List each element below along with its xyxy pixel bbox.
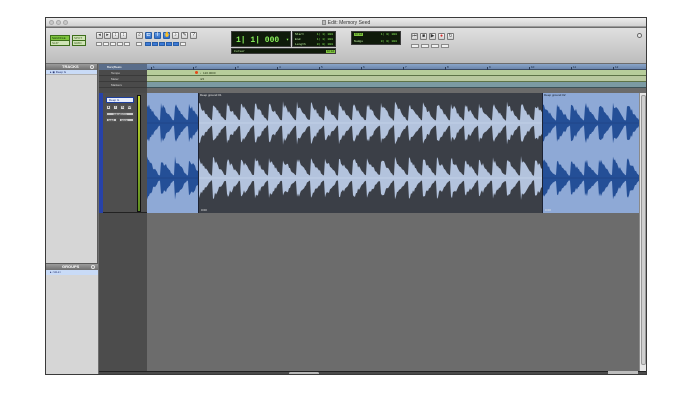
track-name-field[interactable]: Deep G — [106, 97, 134, 103]
trim-tool-icon[interactable]: ⊏ — [145, 32, 152, 39]
zoom-in-horizontal-icon[interactable]: ▸ — [104, 32, 111, 39]
edit-area: Bars|Beats Tempo Meter Markers 123456789… — [99, 64, 646, 374]
clip-time: 0:00 — [545, 208, 551, 212]
edit-empty-area[interactable] — [147, 213, 639, 371]
track-color-bar — [99, 93, 103, 213]
cursor-display: Cursor Grid — [231, 48, 336, 54]
track-header: Deep G ● I S M waveform read none — [99, 93, 147, 213]
audio-clip[interactable]: Deep ground 01 0:00 — [199, 93, 543, 213]
zoomer-tool-icon[interactable]: ⌕ — [136, 32, 143, 39]
grid-label[interactable]: Grid — [354, 33, 364, 36]
main-counter-display[interactable]: 1| 1| 000 ▾ — [231, 31, 291, 47]
toolbar-menu-icon[interactable] — [637, 33, 642, 38]
nudge-value[interactable]: 0| 0| 000 — [381, 40, 397, 43]
track-view-selector[interactable]: waveform — [106, 112, 134, 116]
waveform-zoom-control[interactable] — [608, 371, 638, 374]
horizontal-scroll-thumb[interactable] — [289, 372, 319, 374]
tab-to-transient-button[interactable] — [136, 42, 142, 46]
track-list-item[interactable]: ▸ ◉ Deep G — [46, 70, 97, 75]
waveform — [147, 103, 198, 200]
track-level-meter — [137, 95, 141, 212]
mirror-midi-button[interactable] — [166, 42, 172, 46]
waveform — [199, 101, 542, 200]
counter-dropdown-icon[interactable]: ▾ — [286, 37, 289, 43]
title-bar: Edit: Memory Seed — [46, 18, 646, 27]
zoom-out-horizontal-icon[interactable]: ◂ — [96, 32, 103, 39]
markers-ruler-label[interactable]: Markers — [99, 82, 147, 88]
ruler-headers: Bars|Beats Tempo Meter Markers — [99, 64, 147, 93]
link-track-button[interactable] — [152, 42, 158, 46]
groups-heading: GROUPS — [46, 264, 98, 270]
slip-mode-button[interactable]: SLIP — [50, 40, 70, 46]
commands-focus-button[interactable] — [180, 42, 186, 46]
automation-mode-selector[interactable]: read — [106, 118, 117, 122]
tracks-heading: TRACKS — [46, 64, 97, 70]
zoom-preset-1[interactable] — [96, 42, 102, 46]
return-to-zero-icon[interactable]: ⏮ — [411, 33, 418, 40]
meter-ruler[interactable]: 4/4 — [147, 76, 646, 82]
loop-icon[interactable]: ↻ — [447, 33, 454, 40]
insertion-follows-playback-button[interactable] — [159, 42, 165, 46]
track-header-empty-area — [99, 213, 147, 371]
timeline-rulers[interactable]: 1 2 3 4 5 6 7 8 9 10 11 12 ♩120.0000 4/4 — [147, 64, 646, 93]
smart-tool-icon[interactable]: ? — [190, 32, 197, 39]
groups-menu-icon[interactable] — [91, 265, 95, 269]
grabber-tool-icon[interactable]: ✋ — [163, 32, 170, 39]
grid-toggle-button[interactable]: Grid — [326, 50, 336, 53]
groups-panel: GROUPS ▸ <ALL> — [46, 263, 98, 374]
selection-start-value[interactable]: 1| 1| 000 — [317, 33, 333, 36]
grid-mode-button[interactable]: GRID — [72, 40, 86, 46]
solo-button[interactable]: S — [120, 105, 125, 110]
markers-ruler[interactable] — [147, 82, 646, 88]
transport-option-3[interactable] — [431, 44, 439, 48]
transport-option-1[interactable] — [411, 44, 419, 48]
zoom-vertical-icon[interactable]: ↕ — [112, 32, 119, 39]
zoom-preset-4[interactable] — [117, 42, 123, 46]
window-title: Edit: Memory Seed — [46, 20, 646, 26]
audio-clip[interactable]: Deep ground 02 0:00 — [543, 93, 646, 213]
mute-button[interactable]: M — [127, 105, 132, 110]
selection-display: Start End Length 1| 1| 000 1| 1| 000 0| … — [292, 31, 336, 47]
record-enable-button[interactable]: ● — [106, 105, 111, 110]
selection-length-value[interactable]: 0| 0| 000 — [317, 43, 333, 46]
clip-name: Deep ground 01 — [200, 93, 222, 97]
meter-value: 4/4 — [200, 77, 205, 81]
record-icon[interactable]: ● — [438, 33, 445, 40]
main-counter-value: 1| 1| 000 — [236, 36, 280, 45]
zoom-preset-5[interactable] — [124, 42, 130, 46]
stop-icon[interactable]: ■ — [420, 33, 427, 40]
play-icon[interactable]: ▶ — [429, 33, 436, 40]
waveform — [543, 102, 646, 200]
tracks-menu-icon[interactable] — [90, 65, 94, 69]
tracks-panel: TRACKS ▸ ◉ Deep G GROUPS ▸ <ALL> — [46, 64, 98, 374]
clip-time: 0:00 — [201, 208, 207, 212]
transport-option-2[interactable] — [421, 44, 429, 48]
toolbar: SHUFFLE SPOT SLIP GRID ◂ ▸ ↕ ↕ ⌕ ⊏ I ✋ ♪… — [46, 28, 646, 64]
vertical-scroll-thumb[interactable] — [641, 95, 646, 365]
track-playlist-lane[interactable]: Deep ground 01 0:00 Deep ground 02 0:00 — [147, 93, 646, 213]
grid-nudge-display: Grid 1| 0| 000 Nudge 0| 0| 000 — [351, 31, 401, 45]
clip-name: Deep ground 02 — [544, 93, 566, 97]
selector-tool-icon[interactable]: I — [154, 32, 161, 39]
link-timeline-button[interactable] — [145, 42, 151, 46]
zoom-vertical-icon[interactable]: ↕ — [120, 32, 127, 39]
scrubber-tool-icon[interactable]: ♪ — [172, 32, 179, 39]
pencil-tool-icon[interactable]: ✎ — [181, 32, 188, 39]
tempo-marker-icon[interactable] — [195, 71, 198, 74]
zoom-preset-2[interactable] — [103, 42, 109, 46]
keyboard-focus-button[interactable] — [173, 42, 179, 46]
grid-value[interactable]: 1| 0| 000 — [381, 33, 397, 36]
transport-option-4[interactable] — [441, 44, 449, 48]
input-monitor-button[interactable]: I — [113, 105, 118, 110]
selection-end-value[interactable]: 1| 1| 000 — [317, 38, 333, 41]
zoom-preset-3[interactable] — [110, 42, 116, 46]
timebase-selector[interactable]: none — [119, 118, 134, 122]
horizontal-scrollbar[interactable] — [99, 371, 646, 374]
nudge-label[interactable]: Nudge — [354, 40, 363, 43]
document-icon — [321, 20, 326, 25]
vertical-scrollbar[interactable] — [639, 93, 646, 371]
edit-window: Edit: Memory Seed SHUFFLE SPOT SLIP GRID… — [45, 17, 647, 375]
group-list-item[interactable]: ▸ <ALL> — [46, 270, 98, 275]
audio-clip[interactable] — [147, 93, 199, 213]
